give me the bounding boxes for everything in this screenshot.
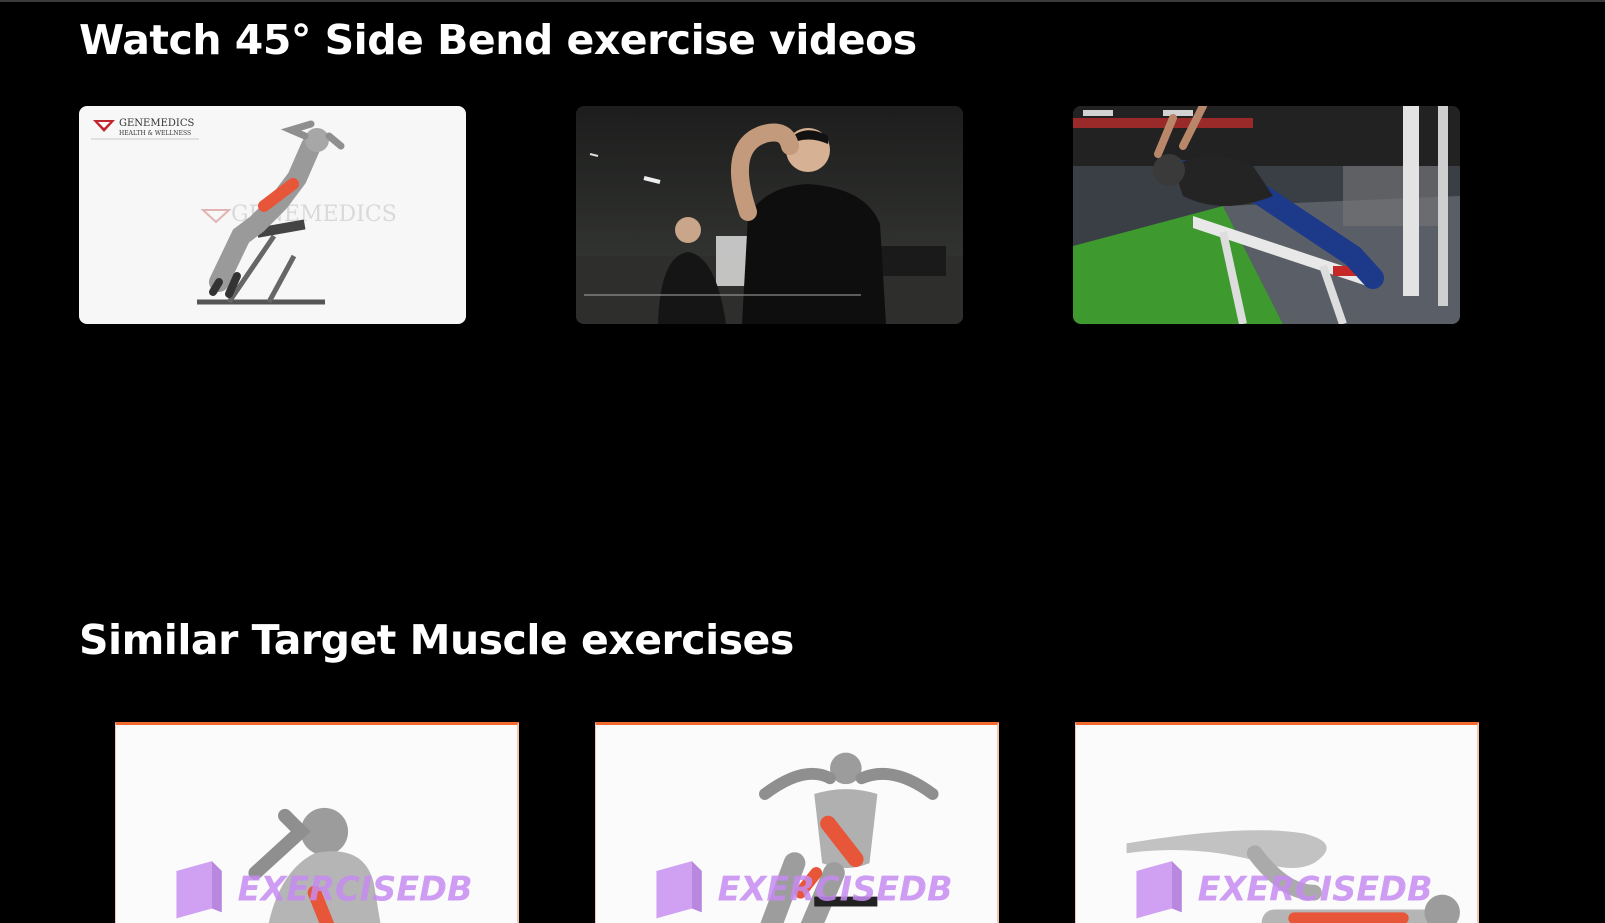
video-3-image: [1073, 106, 1460, 324]
exercise-card-3-watermark: EXERCISEDB: [1198, 870, 1433, 909]
video-thumbnail-1[interactable]: GENEMEDICS HEALTH & WELLNESS GENEMEDICS: [79, 106, 466, 324]
video-1-logo-text: GENEMEDICS: [119, 118, 194, 129]
video-2-image: [576, 106, 963, 324]
exercise-card-2-image: EXERCISEDB: [597, 725, 996, 923]
videos-section-title: Watch 45° Side Bend exercise videos: [79, 16, 917, 64]
video-1-logo-sub: HEALTH & WELLNESS: [119, 130, 191, 137]
exercise-card-2-watermark: EXERCISEDB: [718, 870, 953, 909]
exercise-card-1-image: EXERCISEDB: [117, 725, 516, 923]
exercise-card-1[interactable]: EXERCISEDB: [115, 722, 519, 923]
video-thumbnail-3[interactable]: [1073, 106, 1460, 324]
top-divider: [0, 0, 1605, 2]
exercise-card-3[interactable]: EXERCISEDB: [1075, 722, 1479, 923]
exercise-card-3-image: EXERCISEDB: [1077, 725, 1476, 923]
video-thumbnail-2[interactable]: [576, 106, 963, 324]
exercise-card-2[interactable]: EXERCISEDB: [595, 722, 999, 923]
video-1-image: GENEMEDICS HEALTH & WELLNESS GENEMEDICS: [79, 106, 466, 324]
exercise-card-1-watermark: EXERCISEDB: [238, 870, 473, 909]
similar-exercises-title: Similar Target Muscle exercises: [79, 616, 794, 664]
